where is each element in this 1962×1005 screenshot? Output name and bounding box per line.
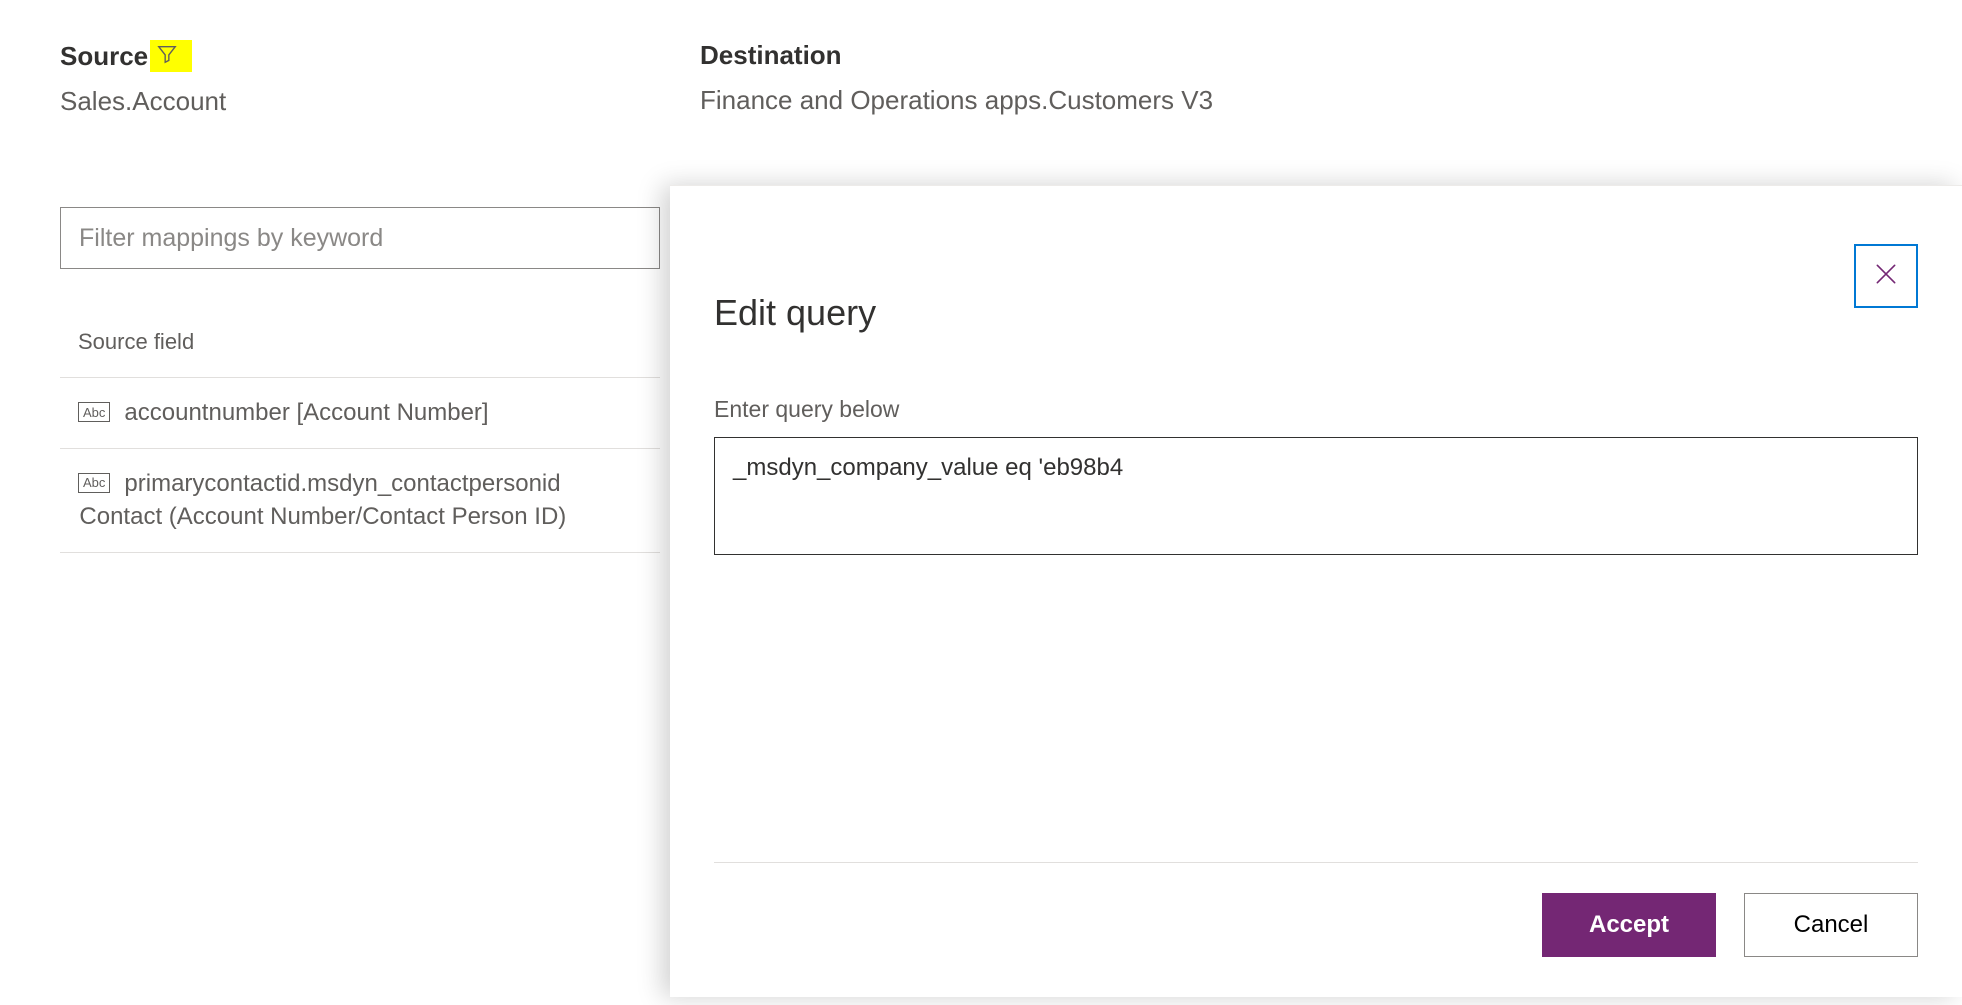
source-field-line2: Contact (Account Number/Contact Person I… <box>79 500 566 534</box>
grid-column-header: Source field <box>60 329 660 378</box>
destination-label: Destination <box>700 40 1902 71</box>
source-filter-highlight[interactable] <box>150 40 192 72</box>
close-icon <box>1873 261 1899 292</box>
source-column: Source Sales.Account <box>60 40 700 117</box>
table-row[interactable]: Abc accountnumber [Account Number] <box>60 378 660 449</box>
table-row[interactable]: Abc primarycontactid.msdyn_contactperson… <box>60 449 660 553</box>
dialog-title: Edit query <box>714 292 1918 334</box>
dialog-footer: Accept Cancel <box>714 862 1918 957</box>
source-label: Source <box>60 41 148 72</box>
text-type-icon: Abc <box>78 473 110 493</box>
edit-query-dialog: Edit query Enter query below Accept Canc… <box>670 185 1962 997</box>
mappings-grid: Source field Abc accountnumber [Account … <box>60 329 660 553</box>
funnel-icon <box>156 43 178 70</box>
page-root: Source Sales.Account Destination Finance… <box>0 0 1962 1005</box>
source-value: Sales.Account <box>60 86 700 117</box>
source-field-line1: primarycontactid.msdyn_contactpersonid <box>124 470 560 497</box>
cancel-button[interactable]: Cancel <box>1744 893 1918 957</box>
filter-input-wrap <box>60 207 660 269</box>
source-field-text: accountnumber [Account Number] <box>124 396 488 430</box>
destination-value: Finance and Operations apps.Customers V3 <box>700 85 1902 116</box>
destination-column: Destination Finance and Operations apps.… <box>700 40 1902 117</box>
source-field-text: primarycontactid.msdyn_contactpersonid C… <box>124 467 566 534</box>
header-row: Source Sales.Account Destination Finance… <box>60 40 1902 117</box>
text-type-icon: Abc <box>78 402 110 422</box>
accept-button[interactable]: Accept <box>1542 893 1716 957</box>
close-button[interactable] <box>1854 244 1918 308</box>
filter-mappings-input[interactable] <box>60 207 660 269</box>
dialog-label: Enter query below <box>714 396 1918 423</box>
query-textarea[interactable] <box>714 437 1918 555</box>
source-label-row: Source <box>60 40 700 72</box>
